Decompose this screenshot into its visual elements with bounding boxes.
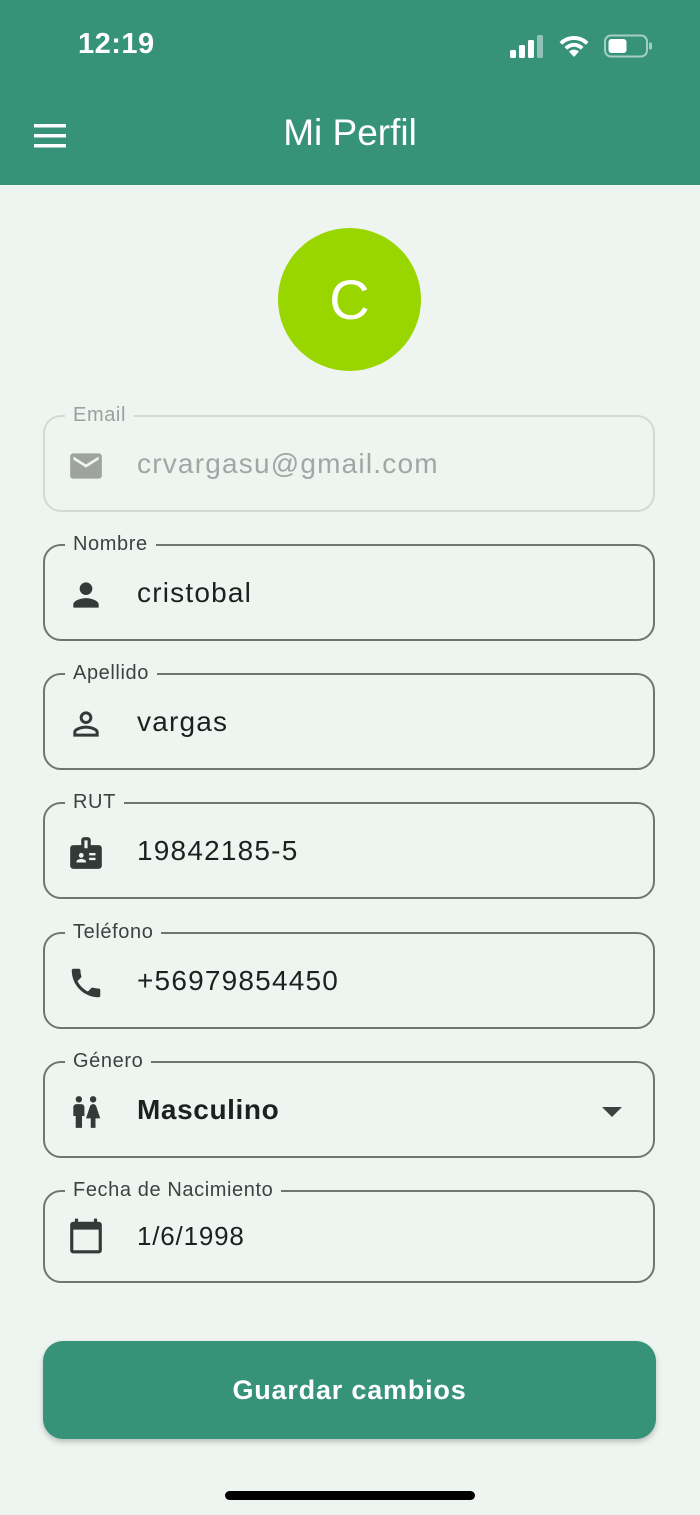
telefono-input[interactable]: +56979854450 xyxy=(137,934,339,1027)
person-icon xyxy=(73,582,99,608)
genero-select[interactable]: Género Masculino xyxy=(43,1048,655,1158)
fecha-nacimiento-field[interactable]: Fecha de Nacimiento 1/6/1998 xyxy=(43,1177,655,1283)
telefono-field[interactable]: Teléfono +56979854450 xyxy=(43,919,655,1029)
wc-icon xyxy=(73,1096,101,1128)
fecha-input[interactable]: 1/6/1998 xyxy=(137,1192,245,1281)
email-value: crvargasu@gmail.com xyxy=(137,447,439,479)
genero-selected-value: Masculino xyxy=(137,1093,280,1125)
rut-label: RUT xyxy=(65,789,124,815)
nombre-field[interactable]: Nombre cristobal xyxy=(43,531,655,641)
status-time: 12:19 xyxy=(78,28,155,60)
phone-icon xyxy=(71,968,101,998)
badge-icon xyxy=(70,837,102,869)
nombre-input[interactable]: cristobal xyxy=(137,546,252,639)
email-field: Email crvargasu@gmail.com xyxy=(43,402,655,512)
save-button[interactable]: Guardar cambios xyxy=(43,1341,656,1439)
email-label: Email xyxy=(65,402,135,428)
app-header: 12:19 Mi Perfil xyxy=(0,0,700,185)
battery-icon xyxy=(604,34,652,58)
avatar[interactable]: C xyxy=(278,228,421,371)
apellido-field[interactable]: Apellido vargas xyxy=(43,660,655,770)
wifi-icon xyxy=(559,35,589,57)
mail-icon xyxy=(70,453,102,479)
rut-field[interactable]: RUT 19842185-5 xyxy=(43,789,655,899)
home-indicator xyxy=(225,1491,475,1500)
apellido-input[interactable]: vargas xyxy=(137,675,228,768)
signal-icon xyxy=(510,35,543,58)
page-title: Mi Perfil xyxy=(283,112,417,153)
person-outline-icon xyxy=(73,711,99,737)
calendar-icon[interactable] xyxy=(67,1217,105,1255)
rut-input[interactable]: 19842185-5 xyxy=(137,804,298,897)
chevron-down-icon[interactable] xyxy=(601,1105,623,1119)
